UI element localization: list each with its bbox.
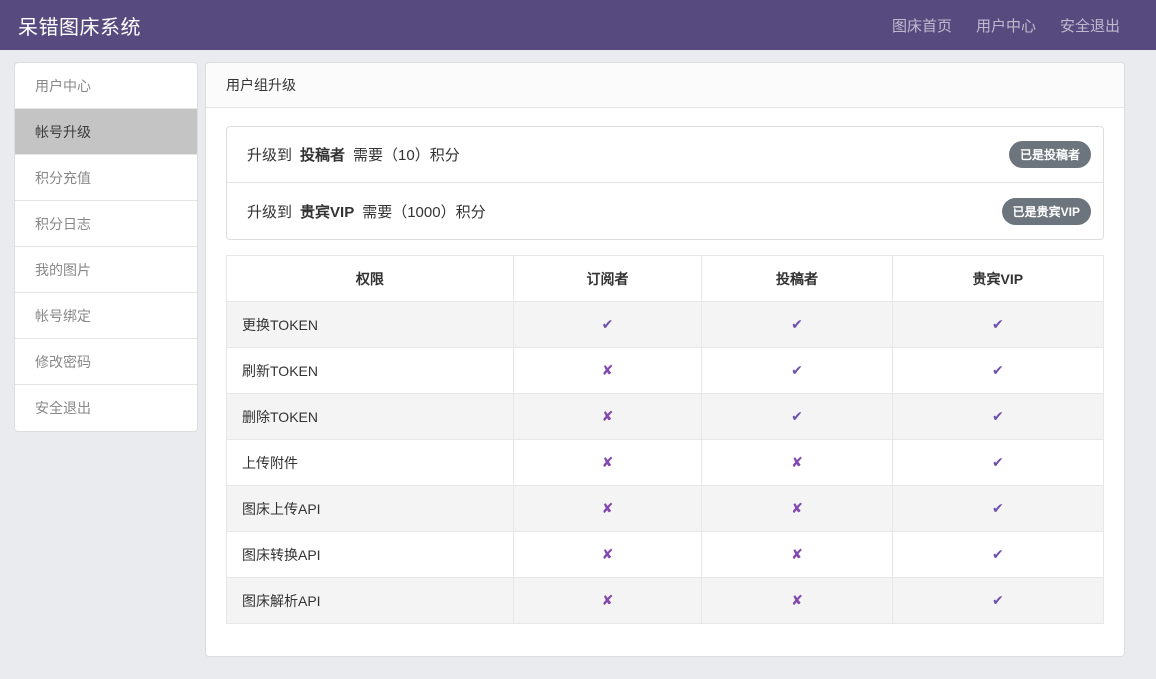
mark-cell: ✘: [513, 578, 702, 624]
mark-cell: ✔: [892, 578, 1103, 624]
check-icon: ✔: [791, 362, 803, 378]
nav-link-2[interactable]: 安全退出: [1060, 15, 1120, 36]
table-row: 刷新TOKEN ✘ ✔ ✔: [227, 348, 1104, 394]
upgrade-text: 升级到贵宾VIP 需要（1000）积分: [247, 201, 486, 222]
cross-icon: ✘: [602, 546, 614, 562]
permissions-table: 权限订阅者投稿者贵宾VIP 更换TOKEN✔✔✔刷新TOKEN✘✔✔删除TOKE…: [226, 255, 1104, 624]
cross-icon: ✘: [602, 500, 614, 516]
mark-cell: ✘: [702, 578, 892, 624]
mark-cell: ✔: [892, 440, 1103, 486]
mark-cell: ✔: [892, 348, 1103, 394]
check-icon: ✔: [992, 408, 1004, 424]
permission-label: 图床上传API: [227, 486, 514, 532]
nav-link-0[interactable]: 图床首页: [892, 15, 952, 36]
status-badge: 已是贵宾VIP: [1002, 198, 1091, 225]
upgrade-target-group: 贵宾VIP: [300, 201, 354, 222]
cross-icon: ✘: [602, 454, 614, 470]
upgrade-prefix: 升级到: [247, 201, 292, 222]
sidebar-item-4[interactable]: 我的图片: [15, 247, 197, 293]
main-panel: 用户组升级 升级到投稿者需要（10）积分已是投稿者升级到贵宾VIP需要（1000…: [205, 62, 1125, 657]
upgrade-cost: 需要（10）积分: [353, 144, 460, 165]
mark-cell: ✘: [513, 394, 702, 440]
mark-cell: ✘: [513, 348, 702, 394]
table-row: 图床解析API ✘ ✘ ✔: [227, 578, 1104, 624]
column-header-2: 投稿者: [702, 256, 892, 302]
upgrade-row: 升级到投稿者需要（10）积分 已是投稿者: [227, 127, 1103, 183]
column-header-0: 权限: [227, 256, 514, 302]
app-title: 呆错图床系统: [18, 11, 141, 40]
upgrade-text: 升级到投稿者需要（10）积分: [247, 144, 460, 165]
cross-icon: ✘: [791, 500, 803, 516]
cross-icon: ✘: [791, 546, 803, 562]
check-icon: ✔: [992, 592, 1004, 608]
permission-label: 更换TOKEN: [227, 302, 514, 348]
sidebar-item-3[interactable]: 积分日志: [15, 201, 197, 247]
check-icon: ✔: [992, 362, 1004, 378]
permission-label: 删除TOKEN: [227, 394, 514, 440]
cross-icon: ✘: [602, 592, 614, 608]
mark-cell: ✔: [892, 394, 1103, 440]
cross-icon: ✘: [791, 592, 803, 608]
upgrade-cost: 需要（1000）积分: [362, 201, 485, 222]
table-header-row: 权限订阅者投稿者贵宾VIP: [227, 256, 1104, 302]
cross-icon: ✘: [791, 454, 803, 470]
mark-cell: ✔: [892, 302, 1103, 348]
sidebar-item-5[interactable]: 帐号绑定: [15, 293, 197, 339]
mark-cell: ✔: [513, 302, 702, 348]
permission-label: 图床转换API: [227, 532, 514, 578]
mark-cell: ✘: [702, 440, 892, 486]
sidebar-menu: 用户中心帐号升级积分充值积分日志我的图片帐号绑定修改密码安全退出: [14, 62, 198, 432]
check-icon: ✔: [992, 546, 1004, 562]
sidebar-item-6[interactable]: 修改密码: [15, 339, 197, 385]
mark-cell: ✔: [892, 486, 1103, 532]
mark-cell: ✔: [702, 348, 892, 394]
mark-cell: ✔: [702, 302, 892, 348]
mark-cell: ✔: [892, 532, 1103, 578]
permission-label: 图床解析API: [227, 578, 514, 624]
table-row: 更换TOKEN ✔ ✔ ✔: [227, 302, 1104, 348]
sidebar-item-0[interactable]: 用户中心: [15, 63, 197, 109]
cross-icon: ✘: [602, 408, 614, 424]
permission-label: 上传附件: [227, 440, 514, 486]
navbar-links: 图床首页 用户中心 安全退出: [892, 15, 1138, 36]
table-row: 图床上传API ✘ ✘ ✔: [227, 486, 1104, 532]
mark-cell: ✘: [702, 486, 892, 532]
table-row: 删除TOKEN ✘ ✔ ✔: [227, 394, 1104, 440]
upgrade-prefix: 升级到: [247, 144, 292, 165]
nav-link-1[interactable]: 用户中心: [976, 15, 1036, 36]
check-icon: ✔: [791, 408, 803, 424]
cross-icon: ✘: [602, 362, 614, 378]
panel-body: 升级到投稿者需要（10）积分已是投稿者升级到贵宾VIP需要（1000）积分已是贵…: [206, 108, 1124, 644]
column-header-1: 订阅者: [513, 256, 702, 302]
mark-cell: ✘: [513, 440, 702, 486]
sidebar-item-1[interactable]: 帐号升级: [15, 109, 197, 155]
sidebar-item-7[interactable]: 安全退出: [15, 385, 197, 431]
table-row: 上传附件 ✘ ✘ ✔: [227, 440, 1104, 486]
check-icon: ✔: [791, 316, 803, 332]
check-icon: ✔: [992, 500, 1004, 516]
column-header-3: 贵宾VIP: [892, 256, 1103, 302]
mark-cell: ✘: [702, 532, 892, 578]
mark-cell: ✘: [513, 486, 702, 532]
mark-cell: ✔: [702, 394, 892, 440]
check-icon: ✔: [992, 454, 1004, 470]
content-wrapper: 用户中心帐号升级积分充值积分日志我的图片帐号绑定修改密码安全退出 用户组升级 升…: [0, 50, 1156, 679]
upgrade-list: 升级到投稿者需要（10）积分已是投稿者升级到贵宾VIP需要（1000）积分已是贵…: [226, 126, 1104, 240]
table-body: 更换TOKEN✔✔✔刷新TOKEN✘✔✔删除TOKEN✘✔✔上传附件✘✘✔图床上…: [227, 302, 1104, 624]
permission-label: 刷新TOKEN: [227, 348, 514, 394]
sidebar-item-2[interactable]: 积分充值: [15, 155, 197, 201]
page-title: 用户组升级: [206, 63, 1124, 108]
upgrade-target-group: 投稿者: [300, 144, 345, 165]
top-navbar: 呆错图床系统 图床首页 用户中心 安全退出: [0, 0, 1156, 50]
check-icon: ✔: [602, 316, 614, 332]
upgrade-row: 升级到贵宾VIP 需要（1000）积分 已是贵宾VIP: [227, 183, 1103, 239]
mark-cell: ✘: [513, 532, 702, 578]
status-badge: 已是投稿者: [1009, 141, 1091, 168]
table-row: 图床转换API ✘ ✘ ✔: [227, 532, 1104, 578]
check-icon: ✔: [992, 316, 1004, 332]
